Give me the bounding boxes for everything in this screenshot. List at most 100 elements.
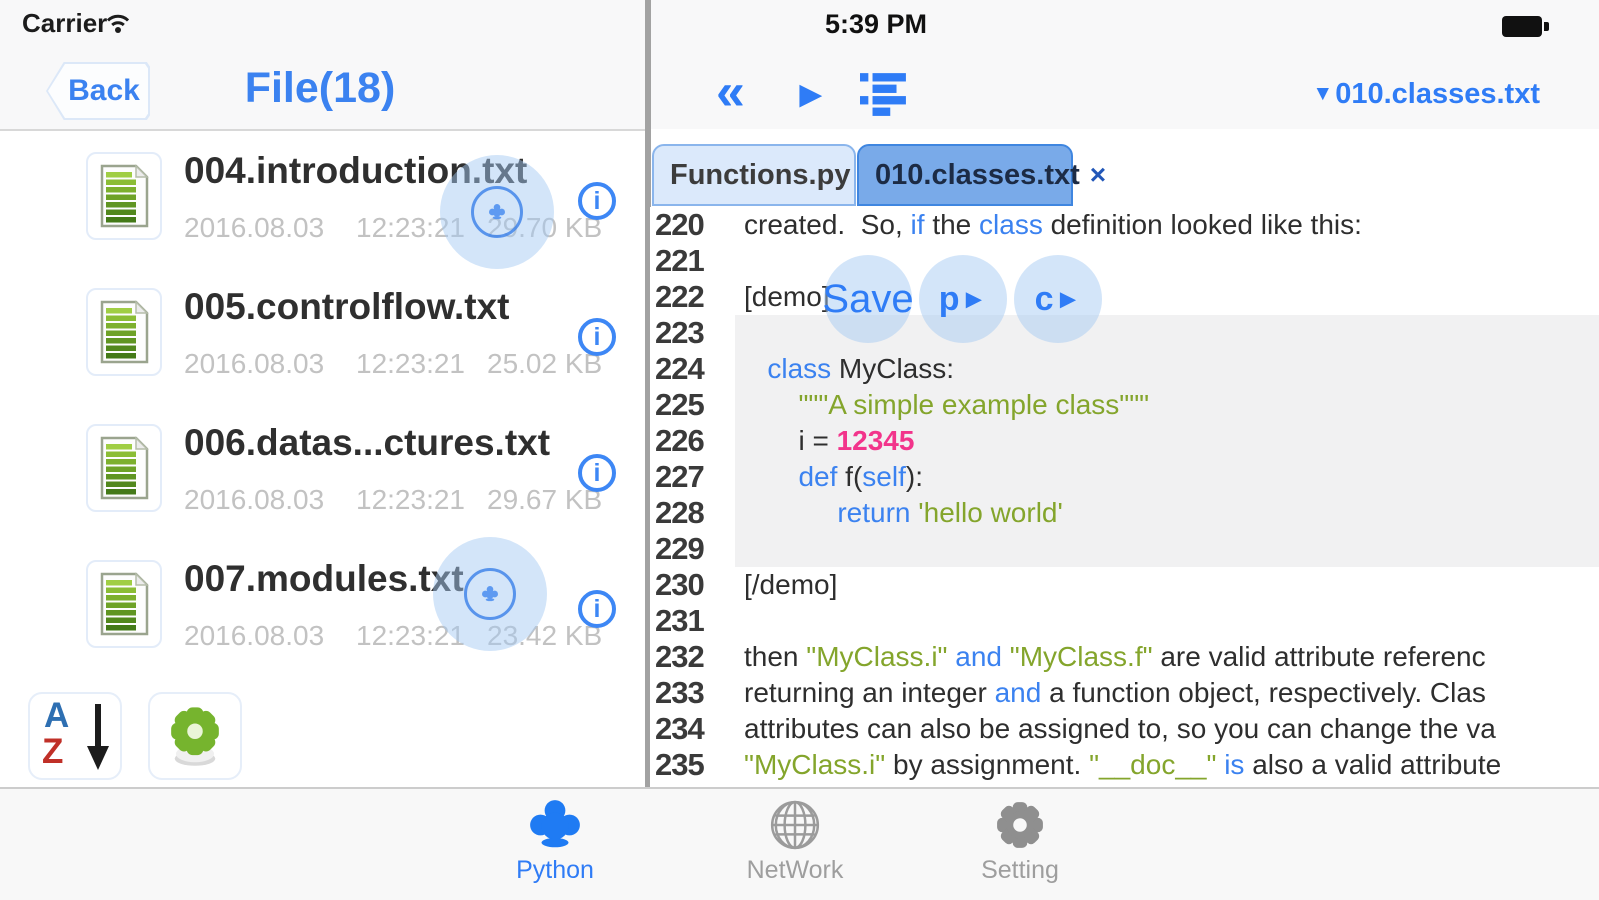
file-settings-button[interactable] (148, 692, 242, 780)
touch-indicator (440, 155, 554, 269)
editor-content[interactable]: 220 created. So, if the class definition … (650, 207, 1599, 787)
tab-python[interactable]: Python (475, 795, 635, 885)
line-number: 230 (655, 567, 705, 602)
green-gear-icon (171, 707, 219, 766)
line-number: 227 (655, 459, 705, 494)
file-meta-row: 2016.08.03 12:23:21 23.42 KB (184, 620, 602, 652)
touch-point-icon (482, 586, 498, 602)
green-document-icon (100, 300, 149, 364)
line-number: 220 (655, 207, 705, 242)
file-date-label: 2016.08.03 (184, 212, 325, 243)
line-number: 221 (655, 243, 705, 278)
code-line: 231 (650, 603, 1599, 639)
code-line: 229 (650, 531, 1599, 567)
line-text: return 'hello world' (837, 497, 1063, 528)
overlay-c-button[interactable]: c ► (1014, 255, 1102, 343)
file-date-label: 2016.08.03 (184, 484, 325, 515)
code-line: 221 (650, 243, 1599, 279)
back-button[interactable]: Back (46, 62, 150, 120)
line-text: class MyClass: (767, 353, 955, 384)
run-triangle-icon: ► (960, 283, 988, 314)
line-number: 226 (655, 423, 705, 458)
overlay-button-label: c (1034, 279, 1054, 318)
sort-z-label: Z (42, 732, 64, 771)
file-info-button[interactable]: i (578, 182, 616, 220)
file-info-button[interactable]: i (578, 454, 616, 492)
current-file-label: 010.classes.txt (1335, 78, 1540, 110)
file-name-label: 007.modules.txt (184, 558, 464, 599)
battery-icon (1502, 16, 1542, 37)
code-line: 230 [/demo] (650, 567, 1599, 603)
line-text: [demo] (744, 281, 830, 312)
code-line: 225 """A simple example class""" (650, 387, 1599, 423)
file-row[interactable]: 005.controlflow.txt 2016.08.03 12:23:21 25.… (0, 284, 645, 420)
line-number: 231 (655, 603, 705, 638)
file-name-label: 006.datas...ctures.txt (184, 422, 551, 463)
file-date-label: 2016.08.03 (184, 620, 325, 651)
editor-tab-strip: Functions.py×010.classes.txt × (650, 144, 1599, 207)
line-text: "MyClass.i" by assignment. "__doc__" is … (744, 749, 1502, 780)
tab-network-label: NetWork (746, 856, 844, 884)
line-text: created. So, if the class definition loo… (744, 209, 1362, 240)
line-number: 229 (655, 531, 705, 566)
chevron-down-icon: ▼ (1312, 82, 1334, 105)
touch-ring-icon (471, 186, 523, 238)
file-icon-tile (86, 288, 162, 376)
green-document-icon (100, 436, 149, 500)
tab-close-icon[interactable]: × (1090, 159, 1106, 191)
line-number: 228 (655, 495, 705, 530)
line-number: 234 (655, 711, 705, 746)
battery-tip-icon (1544, 22, 1549, 31)
touch-indicator (433, 537, 547, 651)
file-info-button[interactable]: i (578, 590, 616, 628)
line-text: then "MyClass.i" and "MyClass.f" are val… (744, 641, 1486, 672)
run-button[interactable]: ► (792, 74, 830, 117)
code-line: 220 created. So, if the class definition … (650, 207, 1599, 243)
tab-setting[interactable]: Setting (940, 795, 1100, 885)
overlay-button-label: Save (822, 276, 914, 321)
code-line: 228 return 'hello world' (650, 495, 1599, 531)
line-number: 233 (655, 675, 705, 710)
overlay-save-button[interactable]: Save (822, 255, 914, 343)
file-size-label: 25.02 KB (487, 348, 603, 379)
file-time-label: 12:23:21 (356, 484, 465, 515)
editor-tab-010.classes.txt[interactable]: 010.classes.txt × (857, 144, 1106, 206)
touch-point-icon (489, 204, 505, 220)
green-document-icon (100, 572, 149, 636)
code-line: 226 i = 12345 (650, 423, 1599, 459)
tab-setting-label: Setting (981, 856, 1059, 884)
editor-tab-Functions.py[interactable]: Functions.py× (652, 144, 877, 206)
touch-ring-icon (464, 568, 516, 620)
line-text: """A simple example class""" (798, 389, 1150, 420)
file-row[interactable]: 007.modules.txt 2016.08.03 12:23:21 23.42 K… (0, 556, 645, 680)
tab-network[interactable]: NetWork (715, 795, 875, 885)
file-time-label: 12:23:21 (356, 348, 465, 379)
collapse-editor-button[interactable]: « (716, 66, 745, 118)
clock-label: 5:39 PM (825, 9, 928, 39)
line-text: returning an integer and a function obje… (744, 677, 1486, 708)
tab-title-label: Functions.py (670, 158, 851, 191)
overlay-p-button[interactable]: p ► (919, 255, 1007, 343)
open-file-dropdown[interactable]: ▼010.classes.txt (1312, 78, 1540, 111)
file-meta-row: 2016.08.03 12:23:21 25.02 KB (184, 348, 602, 380)
code-line: 222 [demo] (650, 279, 1599, 315)
file-icon-tile (86, 560, 162, 648)
code-line: 234 attributes can also be assigned to, s… (650, 711, 1599, 747)
file-size-label: 29.67 KB (487, 484, 603, 515)
line-text: i = 12345 (744, 425, 915, 456)
globe-icon (715, 795, 875, 855)
sort-descending-arrow-icon (86, 702, 110, 777)
gear-icon (940, 795, 1100, 855)
file-row[interactable]: 006.datas...ctures.txt 2016.08.03 12:23:21… (0, 420, 645, 556)
line-text: attributes can also be assigned to, so y… (744, 713, 1496, 744)
sort-a-label: A (44, 696, 70, 735)
overlay-button-label: p (938, 279, 960, 318)
line-text: def f(self): (798, 461, 923, 492)
outline-list-icon[interactable] (860, 70, 908, 123)
code-line: 235 "MyClass.i" by assignment. "__doc__" … (650, 747, 1599, 783)
sort-az-button[interactable]: A Z (28, 692, 122, 780)
file-icon-tile (86, 424, 162, 512)
file-info-button[interactable]: i (578, 318, 616, 356)
green-document-icon (100, 164, 149, 228)
line-number: 222 (655, 279, 705, 314)
